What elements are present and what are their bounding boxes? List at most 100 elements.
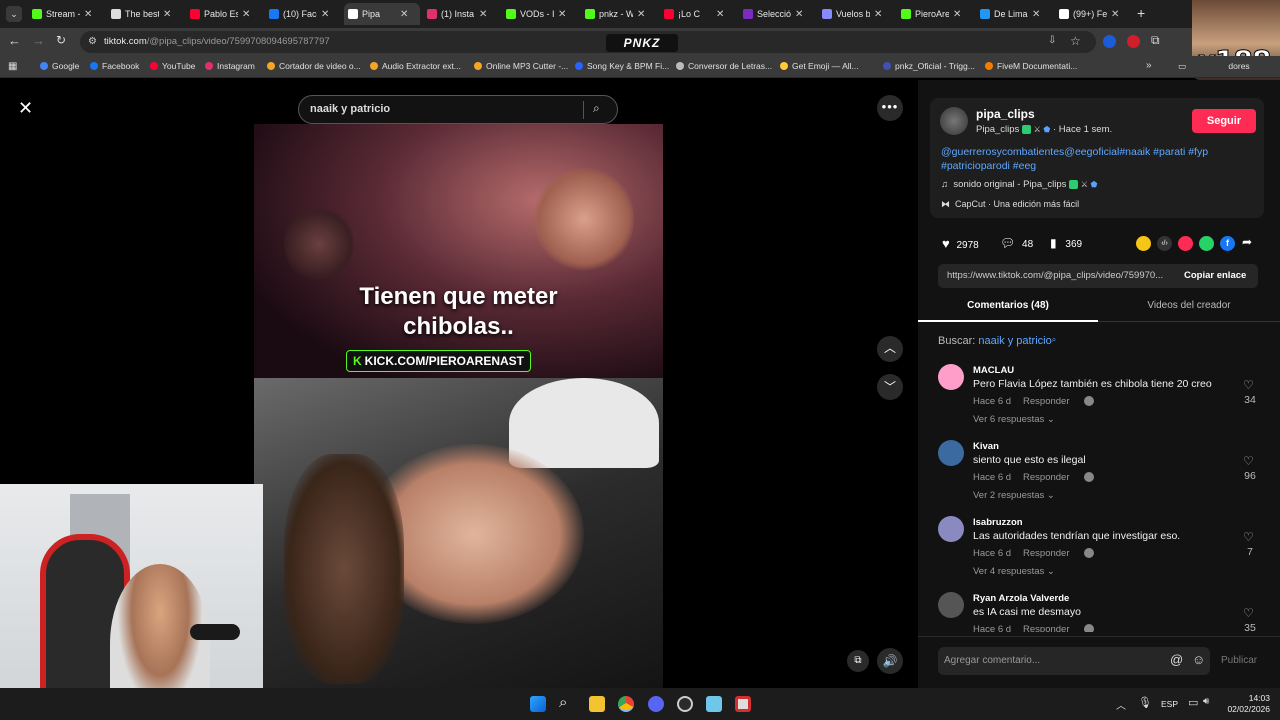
bookmark-item[interactable]: Online MP3 Cutter -... bbox=[474, 61, 568, 71]
facebook-icon[interactable]: f bbox=[1220, 236, 1235, 251]
repost-icon[interactable] bbox=[1136, 236, 1151, 251]
view-replies-button[interactable]: Ver 6 respuestas ⌄ bbox=[973, 414, 1055, 425]
reload-button[interactable]: ↻ bbox=[56, 33, 66, 47]
save-button[interactable]: ▮ 369 bbox=[1050, 236, 1082, 250]
tab-2[interactable]: Pablo Es ✕ bbox=[186, 3, 262, 25]
tab-close-icon[interactable]: ✕ bbox=[558, 9, 566, 20]
creator-username[interactable]: pipa_clips bbox=[976, 107, 1035, 121]
bookmark-item[interactable]: Google bbox=[40, 61, 79, 71]
publish-button[interactable]: Publicar bbox=[1221, 655, 1257, 666]
send-icon[interactable] bbox=[1178, 236, 1193, 251]
comment-avatar[interactable] bbox=[938, 592, 964, 618]
more-options-button[interactable]: ••• bbox=[877, 95, 903, 121]
install-icon[interactable]: ⇩ bbox=[1048, 35, 1056, 46]
comment-like-icon[interactable]: ♡ bbox=[1243, 454, 1254, 468]
tab-close-icon[interactable]: ✕ bbox=[84, 9, 92, 20]
tab-5[interactable]: (1) Insta ✕ bbox=[423, 3, 499, 25]
close-icon[interactable]: ✕ bbox=[18, 98, 33, 119]
obs-icon[interactable] bbox=[677, 696, 693, 712]
extension-record-icon[interactable] bbox=[1127, 35, 1140, 48]
tab-6[interactable]: VODs - I ✕ bbox=[502, 3, 578, 25]
tab-search-button[interactable]: ⌄ bbox=[6, 6, 22, 22]
search-suggestion[interactable]: Buscar: naaik y patricio⌕ bbox=[938, 335, 1056, 347]
tab-7[interactable]: pnkz - W ✕ bbox=[581, 3, 657, 25]
language-indicator[interactable]: ESP bbox=[1161, 699, 1178, 709]
discord-icon[interactable] bbox=[648, 696, 664, 712]
mention-icon[interactable]: @ bbox=[1170, 652, 1183, 667]
bookmark-item[interactable]: FiveM Documentati... bbox=[985, 61, 1077, 71]
bookmark-item[interactable]: Cortador de video o... bbox=[267, 61, 361, 71]
tab-11[interactable]: PieroAre ✕ bbox=[897, 3, 973, 25]
reply-button[interactable]: Responder bbox=[1023, 396, 1069, 407]
bookmark-item[interactable]: pnkz_Oficial - Trigg... bbox=[883, 61, 975, 71]
tab-13[interactable]: (99+) Fe ✕ bbox=[1055, 3, 1131, 25]
emoji-icon[interactable]: ☺ bbox=[1192, 652, 1205, 667]
apps-grid-icon[interactable]: ▦ bbox=[8, 61, 17, 72]
bookmark-item[interactable]: Audio Extractor ext... bbox=[370, 61, 461, 71]
copy-link-button[interactable]: Copiar enlace bbox=[1184, 270, 1246, 281]
tab-close-icon[interactable]: ✕ bbox=[1032, 9, 1040, 20]
tab-close-icon[interactable]: ✕ bbox=[163, 9, 171, 20]
bookmarks-folder[interactable]: ▭ dores bbox=[1178, 61, 1250, 72]
address-bar[interactable]: ⚙ tiktok.com/@pipa_clips/video/759970809… bbox=[80, 31, 1096, 53]
comment-username[interactable]: Isabruzzon bbox=[973, 517, 1023, 528]
bookmark-item[interactable]: Instagram bbox=[205, 61, 255, 71]
bookmark-item[interactable]: Song Key & BPM Fi... bbox=[575, 61, 669, 71]
comment-like-icon[interactable]: ♡ bbox=[1243, 378, 1254, 392]
tab-close-icon[interactable]: ✕ bbox=[400, 9, 408, 20]
sound-row[interactable]: ♫ sonido original - Pipa_clips ⚔ ⬟ bbox=[941, 179, 1097, 190]
search-icon[interactable]: ⌕ bbox=[593, 101, 600, 116]
tab-8[interactable]: ¡Lo C ✕ bbox=[660, 3, 736, 25]
tab-0[interactable]: Stream - ✕ bbox=[28, 3, 104, 25]
microphone-tray-icon[interactable]: 🎙︎ bbox=[1138, 696, 1152, 709]
tab-close-icon[interactable]: ✕ bbox=[637, 9, 645, 20]
capcut-row[interactable]: ⧓ CapCut · Una edición más fácil bbox=[941, 199, 1079, 210]
forward-button[interactable]: → bbox=[32, 33, 45, 48]
tab-close-icon[interactable]: ✕ bbox=[321, 9, 329, 20]
tab-4[interactable]: Pipa ✕ bbox=[344, 3, 420, 25]
tray-overflow-icon[interactable]: ︿ bbox=[1116, 697, 1126, 712]
comment-username[interactable]: MACLAU bbox=[973, 365, 1014, 376]
clock[interactable]: 14:03 02/02/2026 bbox=[1226, 693, 1270, 715]
view-replies-button[interactable]: Ver 4 respuestas ⌄ bbox=[973, 566, 1055, 577]
tab-close-icon[interactable]: ✕ bbox=[479, 9, 487, 20]
next-video-button[interactable]: ﹀ bbox=[877, 374, 903, 400]
reply-button[interactable]: Responder bbox=[1023, 624, 1069, 632]
follow-button[interactable]: Seguir bbox=[1192, 109, 1256, 133]
network-icon[interactable]: ▭ bbox=[1188, 696, 1198, 709]
video-player[interactable]: Tienen que meter chibolas.. K KICK.COM/PI… bbox=[254, 124, 663, 688]
site-info-icon[interactable]: ⚙ bbox=[88, 36, 97, 47]
pip-button[interactable]: ⧉ bbox=[847, 650, 869, 672]
comment-button[interactable]: 💬︎ 48 bbox=[1000, 236, 1033, 250]
tab-close-icon[interactable]: ✕ bbox=[874, 9, 882, 20]
bookmark-item[interactable]: Facebook bbox=[90, 61, 139, 71]
extensions-puzzle-icon[interactable]: ⧉ bbox=[1151, 33, 1160, 48]
tab-close-icon[interactable]: ✕ bbox=[953, 9, 961, 20]
like-button[interactable]: ♥ 2978 bbox=[942, 236, 979, 251]
comment-like-icon[interactable]: ♡ bbox=[1243, 606, 1254, 620]
tab-1[interactable]: The best ✕ bbox=[107, 3, 183, 25]
start-windows-icon[interactable] bbox=[530, 696, 546, 712]
tab-creator-videos[interactable]: Videos del creador bbox=[1098, 300, 1280, 322]
chrome-icon[interactable] bbox=[618, 696, 634, 712]
reply-button[interactable]: Responder bbox=[1023, 472, 1069, 483]
tab-10[interactable]: Vuelos b ✕ bbox=[818, 3, 894, 25]
tab-close-icon[interactable]: ✕ bbox=[242, 9, 250, 20]
comment-username[interactable]: Ryan Arzola Valverde bbox=[973, 593, 1069, 604]
comment-like-icon[interactable]: ♡ bbox=[1243, 530, 1254, 544]
embed-icon[interactable]: ‹/› bbox=[1157, 236, 1172, 251]
tab-close-icon[interactable]: ✕ bbox=[795, 9, 803, 20]
bookmark-item[interactable]: Conversor de Letras... bbox=[676, 61, 772, 71]
comment-avatar[interactable] bbox=[938, 364, 964, 390]
reply-button[interactable]: Responder bbox=[1023, 548, 1069, 559]
previous-video-button[interactable]: ︿ bbox=[877, 336, 903, 362]
bookmark-star-icon[interactable]: ☆ bbox=[1070, 34, 1081, 48]
speaker-icon[interactable]: 🔊︎ bbox=[1203, 696, 1209, 707]
tab-12[interactable]: De Lima ✕ bbox=[976, 3, 1052, 25]
post-description[interactable]: @guerrerosycombatientes@eegoficial#naaik… bbox=[941, 145, 1251, 173]
share-arrow-icon[interactable]: ➦ bbox=[1242, 235, 1252, 249]
search-input[interactable]: naaik y patricio bbox=[310, 103, 390, 115]
notepad-icon[interactable] bbox=[706, 696, 722, 712]
search-bar[interactable]: naaik y patricio ⌕ bbox=[298, 95, 618, 124]
app-red-icon[interactable] bbox=[735, 696, 751, 712]
